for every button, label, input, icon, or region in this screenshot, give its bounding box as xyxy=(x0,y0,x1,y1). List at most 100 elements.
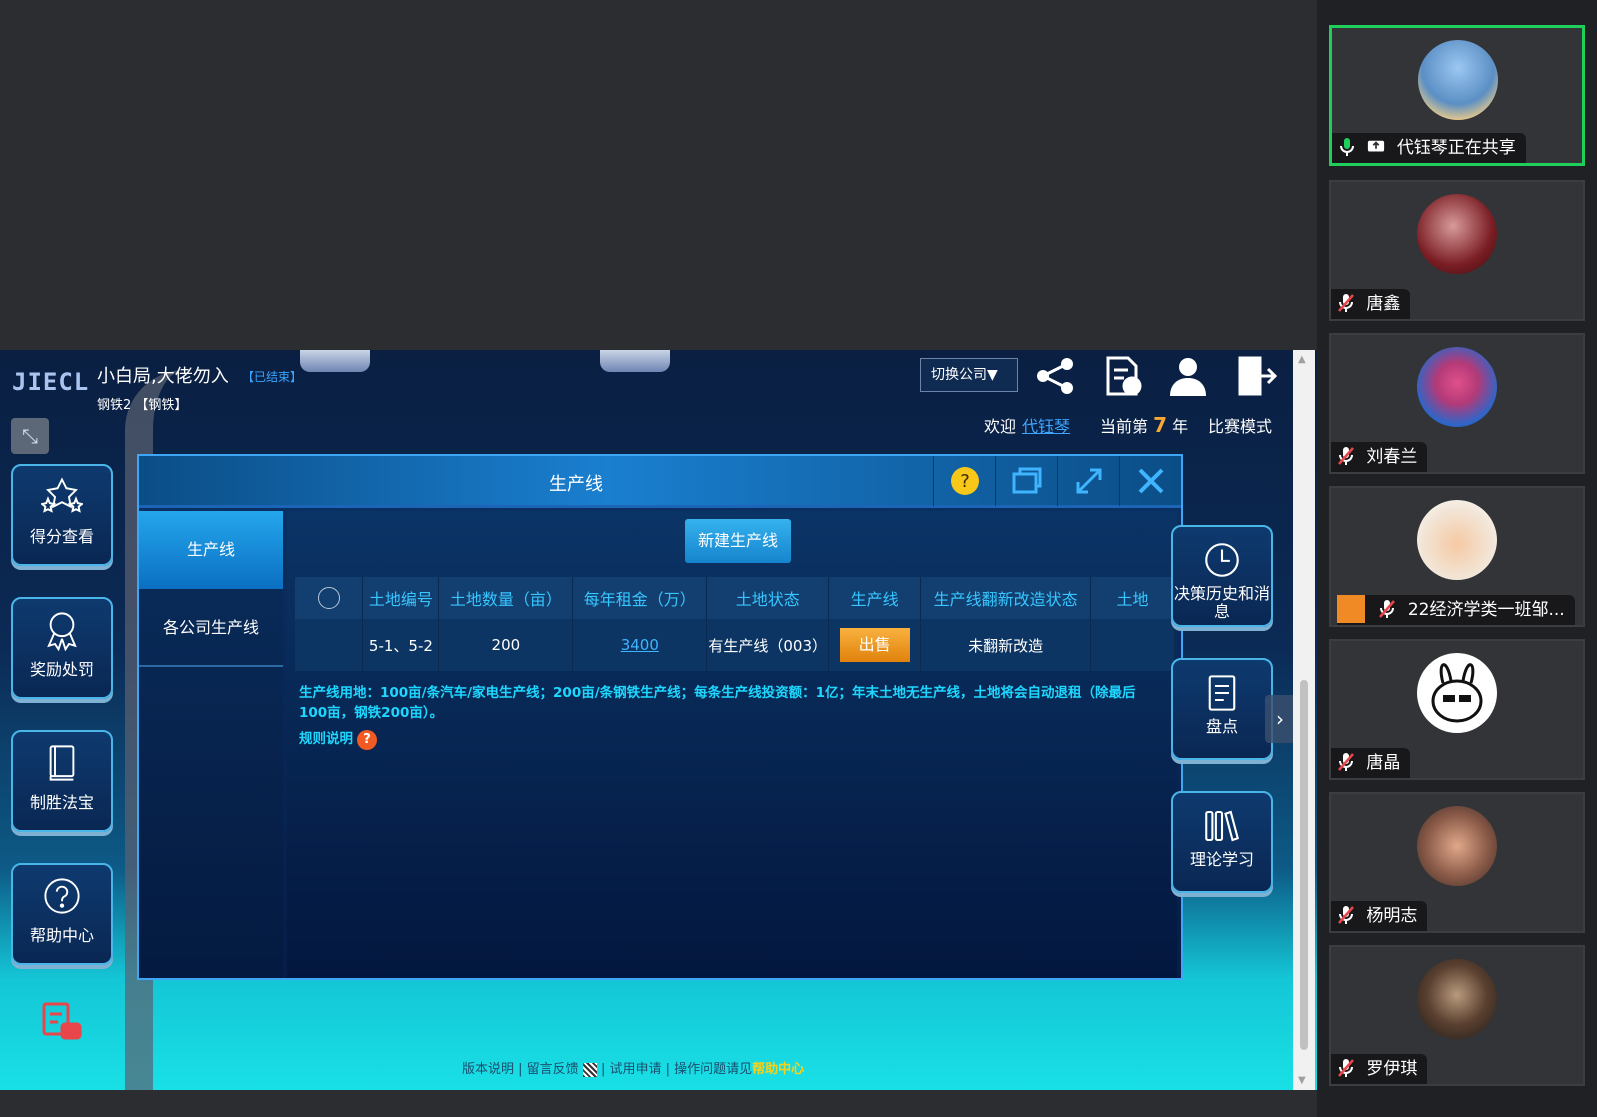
participant-tile[interactable]: 杨明志 xyxy=(1329,792,1585,933)
share-icon[interactable] xyxy=(1033,354,1081,398)
feedback-link[interactable]: 留言反馈 xyxy=(527,1062,579,1077)
exit-icon[interactable] xyxy=(1234,354,1282,398)
rules-label: 规则说明 xyxy=(299,731,353,747)
cell-land-area: 200 xyxy=(438,619,574,671)
participant-name-bar: 刘春兰 xyxy=(1331,442,1428,472)
header-land-status: 土地状态 xyxy=(706,577,830,619)
winning-tips-button[interactable]: 制胜法宝 xyxy=(11,730,113,832)
table-row: 5-1、5-2 200 3400 有生产线（003） 出售 未翻新改造 xyxy=(295,619,1175,671)
inventory-label: 盘点 xyxy=(1205,717,1238,736)
app-logo: JIECL xyxy=(12,368,90,396)
help-center-button[interactable]: 帮助中心 xyxy=(11,863,113,965)
annual-rent-link[interactable]: 3400 xyxy=(621,636,659,654)
inventory-button[interactable]: 盘点 xyxy=(1171,658,1273,760)
history-icon xyxy=(1173,527,1271,585)
stars-icon xyxy=(13,466,111,522)
row-select-cell xyxy=(295,619,364,671)
avatar xyxy=(1417,500,1497,580)
modal-close-button[interactable] xyxy=(1119,456,1181,506)
modal-title: 生产线 xyxy=(549,474,603,495)
decorative-building xyxy=(300,350,370,372)
participant-tile[interactable]: 唐鑫 xyxy=(1329,180,1585,321)
help-icon xyxy=(13,865,111,921)
qr-code-icon xyxy=(582,1062,597,1077)
header-production-line: 生产线 xyxy=(828,577,922,619)
current-year: 当前第 7 年 xyxy=(1100,413,1188,437)
cell-renovation-status: 未翻新改造 xyxy=(920,619,1092,671)
scrollbar-thumb[interactable] xyxy=(1300,680,1308,1050)
mic-muted-icon xyxy=(1338,1059,1354,1077)
participant-name-bar: 22经济学类一班邹... xyxy=(1337,595,1575,625)
cell-land-status: 有生产线（003） xyxy=(706,619,830,671)
user-name-link[interactable]: 代钰琴 xyxy=(1022,417,1070,436)
year-prefix: 当前第 xyxy=(1100,417,1149,436)
avatar xyxy=(1417,806,1497,886)
avatar xyxy=(1417,653,1497,733)
collapse-button[interactable]: ⤡ xyxy=(11,418,49,454)
bottom-strip xyxy=(0,1090,1317,1117)
participants-panel: 代钰琴正在共享 唐鑫 刘春兰 22经济学类一班邹... 唐晶 杨明志 罗伊琪 xyxy=(1317,0,1597,1117)
theory-learning-label: 理论学习 xyxy=(1189,850,1254,869)
user-icon[interactable] xyxy=(1166,354,1214,398)
rules-help-icon[interactable]: ? xyxy=(357,730,377,750)
score-view-button[interactable]: 得分查看 xyxy=(11,464,113,566)
participant-name: 唐鑫 xyxy=(1366,294,1401,314)
year-suffix: 年 xyxy=(1172,417,1189,436)
scroll-up-icon[interactable]: ▲ xyxy=(1298,354,1306,365)
svg-text:?: ? xyxy=(960,471,970,492)
avatar xyxy=(1417,347,1497,427)
participant-tile[interactable]: 刘春兰 xyxy=(1329,333,1585,474)
new-production-line-button[interactable]: 新建生产线 xyxy=(685,519,791,563)
decorative-building xyxy=(600,350,670,372)
mic-on-icon xyxy=(1340,138,1354,156)
production-line-modal: 生产线 ? 生产线 各公司生产线 新建生产线 土地编号 土地数量（亩） 每年租金… xyxy=(137,454,1183,980)
decision-history-button[interactable]: 决策历史和消息 xyxy=(1171,525,1273,627)
page-scrollbar[interactable]: ▲ ▼ xyxy=(1293,350,1315,1090)
participant-name: 刘春兰 xyxy=(1366,447,1418,467)
participant-tile[interactable]: 代钰琴正在共享 xyxy=(1329,25,1585,166)
switch-company-dropdown[interactable]: 切换公司▼ xyxy=(920,358,1018,392)
select-all-radio[interactable] xyxy=(317,587,340,609)
participant-tile[interactable]: 唐晶 xyxy=(1329,639,1585,780)
game-stage: JIECL 小白局,大佬勿入 【已结束】 钢铁2 【钢铁】 ⤡ 得分查看 奖励处… xyxy=(0,350,1317,1090)
sell-button[interactable]: 出售 xyxy=(839,628,910,662)
document-icon[interactable] xyxy=(1100,354,1148,398)
participant-name: 22经济学类一班邹... xyxy=(1407,600,1565,620)
avatar xyxy=(1417,959,1497,1039)
participant-tile[interactable]: 罗伊琪 xyxy=(1329,945,1585,1086)
reward-penalty-button[interactable]: 奖励处罚 xyxy=(11,597,113,699)
year-number: 7 xyxy=(1153,413,1168,437)
rabbit-avatar-icon xyxy=(1431,663,1483,723)
trial-link[interactable]: 试用申请 xyxy=(609,1062,661,1077)
question-icon: ? xyxy=(950,467,979,495)
header-annual-rent: 每年租金（万） xyxy=(572,577,708,619)
avatar xyxy=(1418,40,1498,120)
feedback-chat-icon[interactable] xyxy=(40,1000,84,1044)
game-subtitle: 钢铁2 【钢铁】 xyxy=(97,398,188,413)
production-line-table: 土地编号 土地数量（亩） 每年租金（万） 土地状态 生产线 生产线翻新改造状态 … xyxy=(295,577,1175,671)
footer-links: 版本说明 | 留言反馈 | 试用申请 | 操作问题请见帮助中心 xyxy=(462,1062,805,1077)
expand-icon xyxy=(1076,468,1101,494)
modal-restore-button[interactable] xyxy=(995,456,1057,506)
header-renovation-status: 生产线翻新改造状态 xyxy=(920,577,1092,619)
version-link[interactable]: 版本说明 xyxy=(462,1062,514,1077)
participant-name: 罗伊琪 xyxy=(1366,1059,1418,1079)
footer-help-link[interactable]: 帮助中心 xyxy=(752,1062,804,1077)
tab-company-production-lines[interactable]: 各公司生产线 xyxy=(139,589,283,667)
modal-content: 新建生产线 土地编号 土地数量（亩） 每年租金（万） 土地状态 生产线 生产线翻… xyxy=(287,511,1177,978)
award-icon xyxy=(13,599,111,655)
header-land-id: 土地编号 xyxy=(362,577,440,619)
tab-production-line[interactable]: 生产线 xyxy=(139,511,283,589)
theory-learning-button[interactable]: 理论学习 xyxy=(1171,791,1273,893)
competition-mode: 比赛模式 xyxy=(1208,417,1273,436)
host-badge-icon xyxy=(1337,595,1365,623)
modal-help-button[interactable]: ? xyxy=(933,456,995,506)
expand-panel-button[interactable]: › xyxy=(1265,695,1295,743)
participant-tile[interactable]: 22经济学类一班邹... xyxy=(1329,486,1585,627)
mic-muted-icon xyxy=(1338,753,1354,771)
scroll-down-icon[interactable]: ▼ xyxy=(1298,1075,1306,1086)
participant-name-bar: 杨明志 xyxy=(1331,901,1428,931)
header-land: 土地 xyxy=(1090,577,1175,619)
modal-maximize-button[interactable] xyxy=(1057,456,1119,506)
rules-explanation[interactable]: 规则说明? xyxy=(299,727,377,750)
